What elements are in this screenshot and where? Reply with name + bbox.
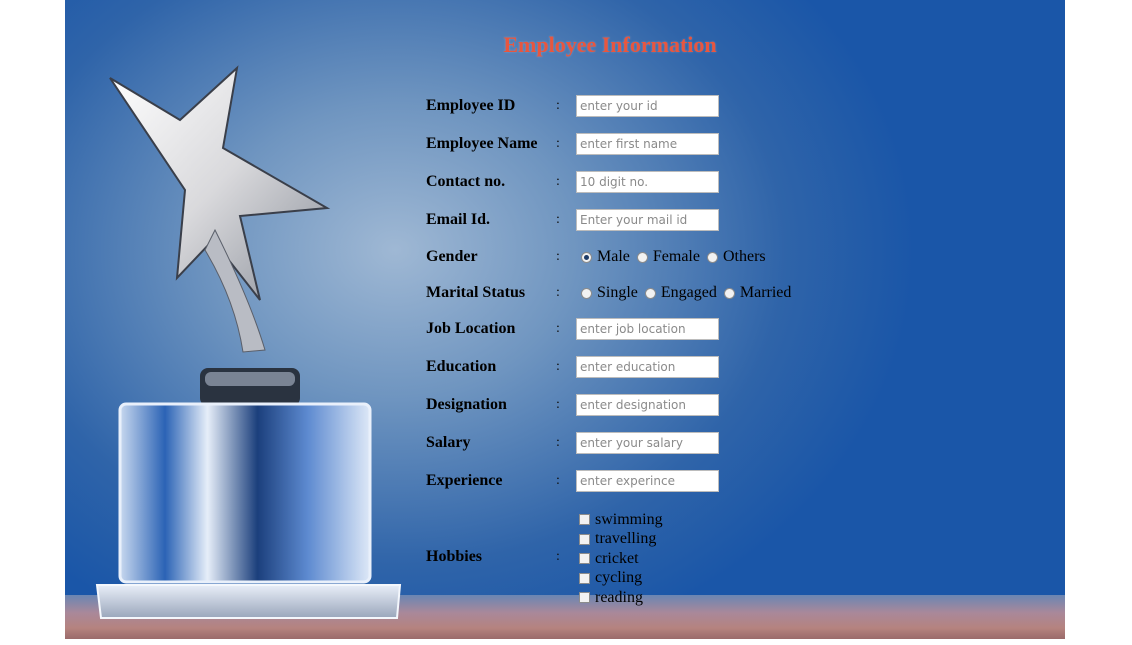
employee-name-label: Employee Name [426,135,538,152]
separator: : [556,321,560,336]
hobby-option: swimming [579,510,663,530]
separator: : [556,212,560,227]
hobby-checkbox-cricket[interactable] [579,553,590,565]
employee-id-input[interactable] [576,95,719,117]
hobby-label: cricket [595,549,639,567]
separator: : [556,98,560,113]
education-label: Education [426,358,497,375]
gender-radio-group: Male Female Others [578,248,770,266]
experience-label: Experience [426,472,503,489]
marital-status-label: Marital Status [426,284,526,301]
separator: : [556,249,560,264]
field-row-experience: Experience : [426,468,719,494]
marital-option-label: Engaged [660,284,717,301]
hobby-label: travelling [595,530,657,548]
trophy-star-icon [95,65,402,619]
field-row-marital-status: Marital Status : Single Engaged Married [426,280,795,306]
gender-label: Gender [426,248,478,265]
page-title: Employee Information [503,32,717,57]
designation-label: Designation [426,396,507,413]
marital-radio-single[interactable] [581,287,592,299]
hobbies-checkbox-list: swimming travelling cricket cycling read… [579,510,663,608]
gender-radio-male[interactable] [581,251,592,263]
hobby-label: swimming [595,510,663,528]
field-row-contact: Contact no. : [426,169,719,195]
separator: : [556,285,560,300]
separator: : [556,435,560,450]
marital-radio-group: Single Engaged Married [578,284,795,302]
email-input[interactable] [576,209,719,231]
marital-radio-married[interactable] [723,287,735,299]
separator: : [556,136,560,151]
hobby-checkbox-reading[interactable] [579,592,590,604]
job-location-label: Job Location [426,320,516,337]
contact-label: Contact no. [426,173,506,190]
field-row-employee-name: Employee Name : [426,131,719,157]
hobbies-label: Hobbies [426,548,483,565]
hobby-option: reading [579,588,663,608]
field-row-hobbies: Hobbies : [426,544,574,570]
hobby-option: travelling [579,530,663,550]
employee-name-input[interactable] [576,133,719,155]
designation-input[interactable] [576,394,719,416]
separator: : [556,473,560,488]
job-location-input[interactable] [576,318,719,340]
marital-option-label: Single [597,284,638,301]
contact-input[interactable] [576,171,719,193]
salary-input[interactable] [576,432,719,454]
hobby-checkbox-swimming[interactable] [579,514,590,526]
education-input[interactable] [576,356,719,378]
gender-radio-others[interactable] [706,251,718,263]
marital-option-label: Married [739,284,792,301]
employee-id-label: Employee ID [426,97,516,114]
gender-option-label: Male [597,248,630,265]
field-row-salary: Salary : [426,430,719,456]
gender-radio-female[interactable] [636,251,648,263]
field-row-email: Email Id. : [426,207,719,233]
separator: : [556,359,560,374]
gender-option-label: Others [722,248,766,265]
field-row-education: Education : [426,354,719,380]
separator: : [556,174,560,189]
hobby-option: cricket [579,549,663,569]
field-row-gender: Gender : Male Female Others [426,244,770,270]
hobby-option: cycling [579,569,663,589]
field-row-designation: Designation : [426,392,719,418]
hobby-checkbox-cycling[interactable] [579,572,590,584]
hobby-checkbox-travelling[interactable] [579,533,590,545]
salary-label: Salary [426,434,471,451]
gender-option-label: Female [652,248,700,265]
field-row-employee-id: Employee ID : [426,93,719,119]
hobby-label: cycling [595,569,643,587]
marital-radio-engaged[interactable] [644,287,656,299]
hobby-label: reading [595,588,643,606]
email-label: Email Id. [426,211,491,228]
separator: : [556,397,560,412]
field-row-job-location: Job Location : [426,316,719,342]
separator: : [556,549,560,564]
experience-input[interactable] [576,470,719,492]
